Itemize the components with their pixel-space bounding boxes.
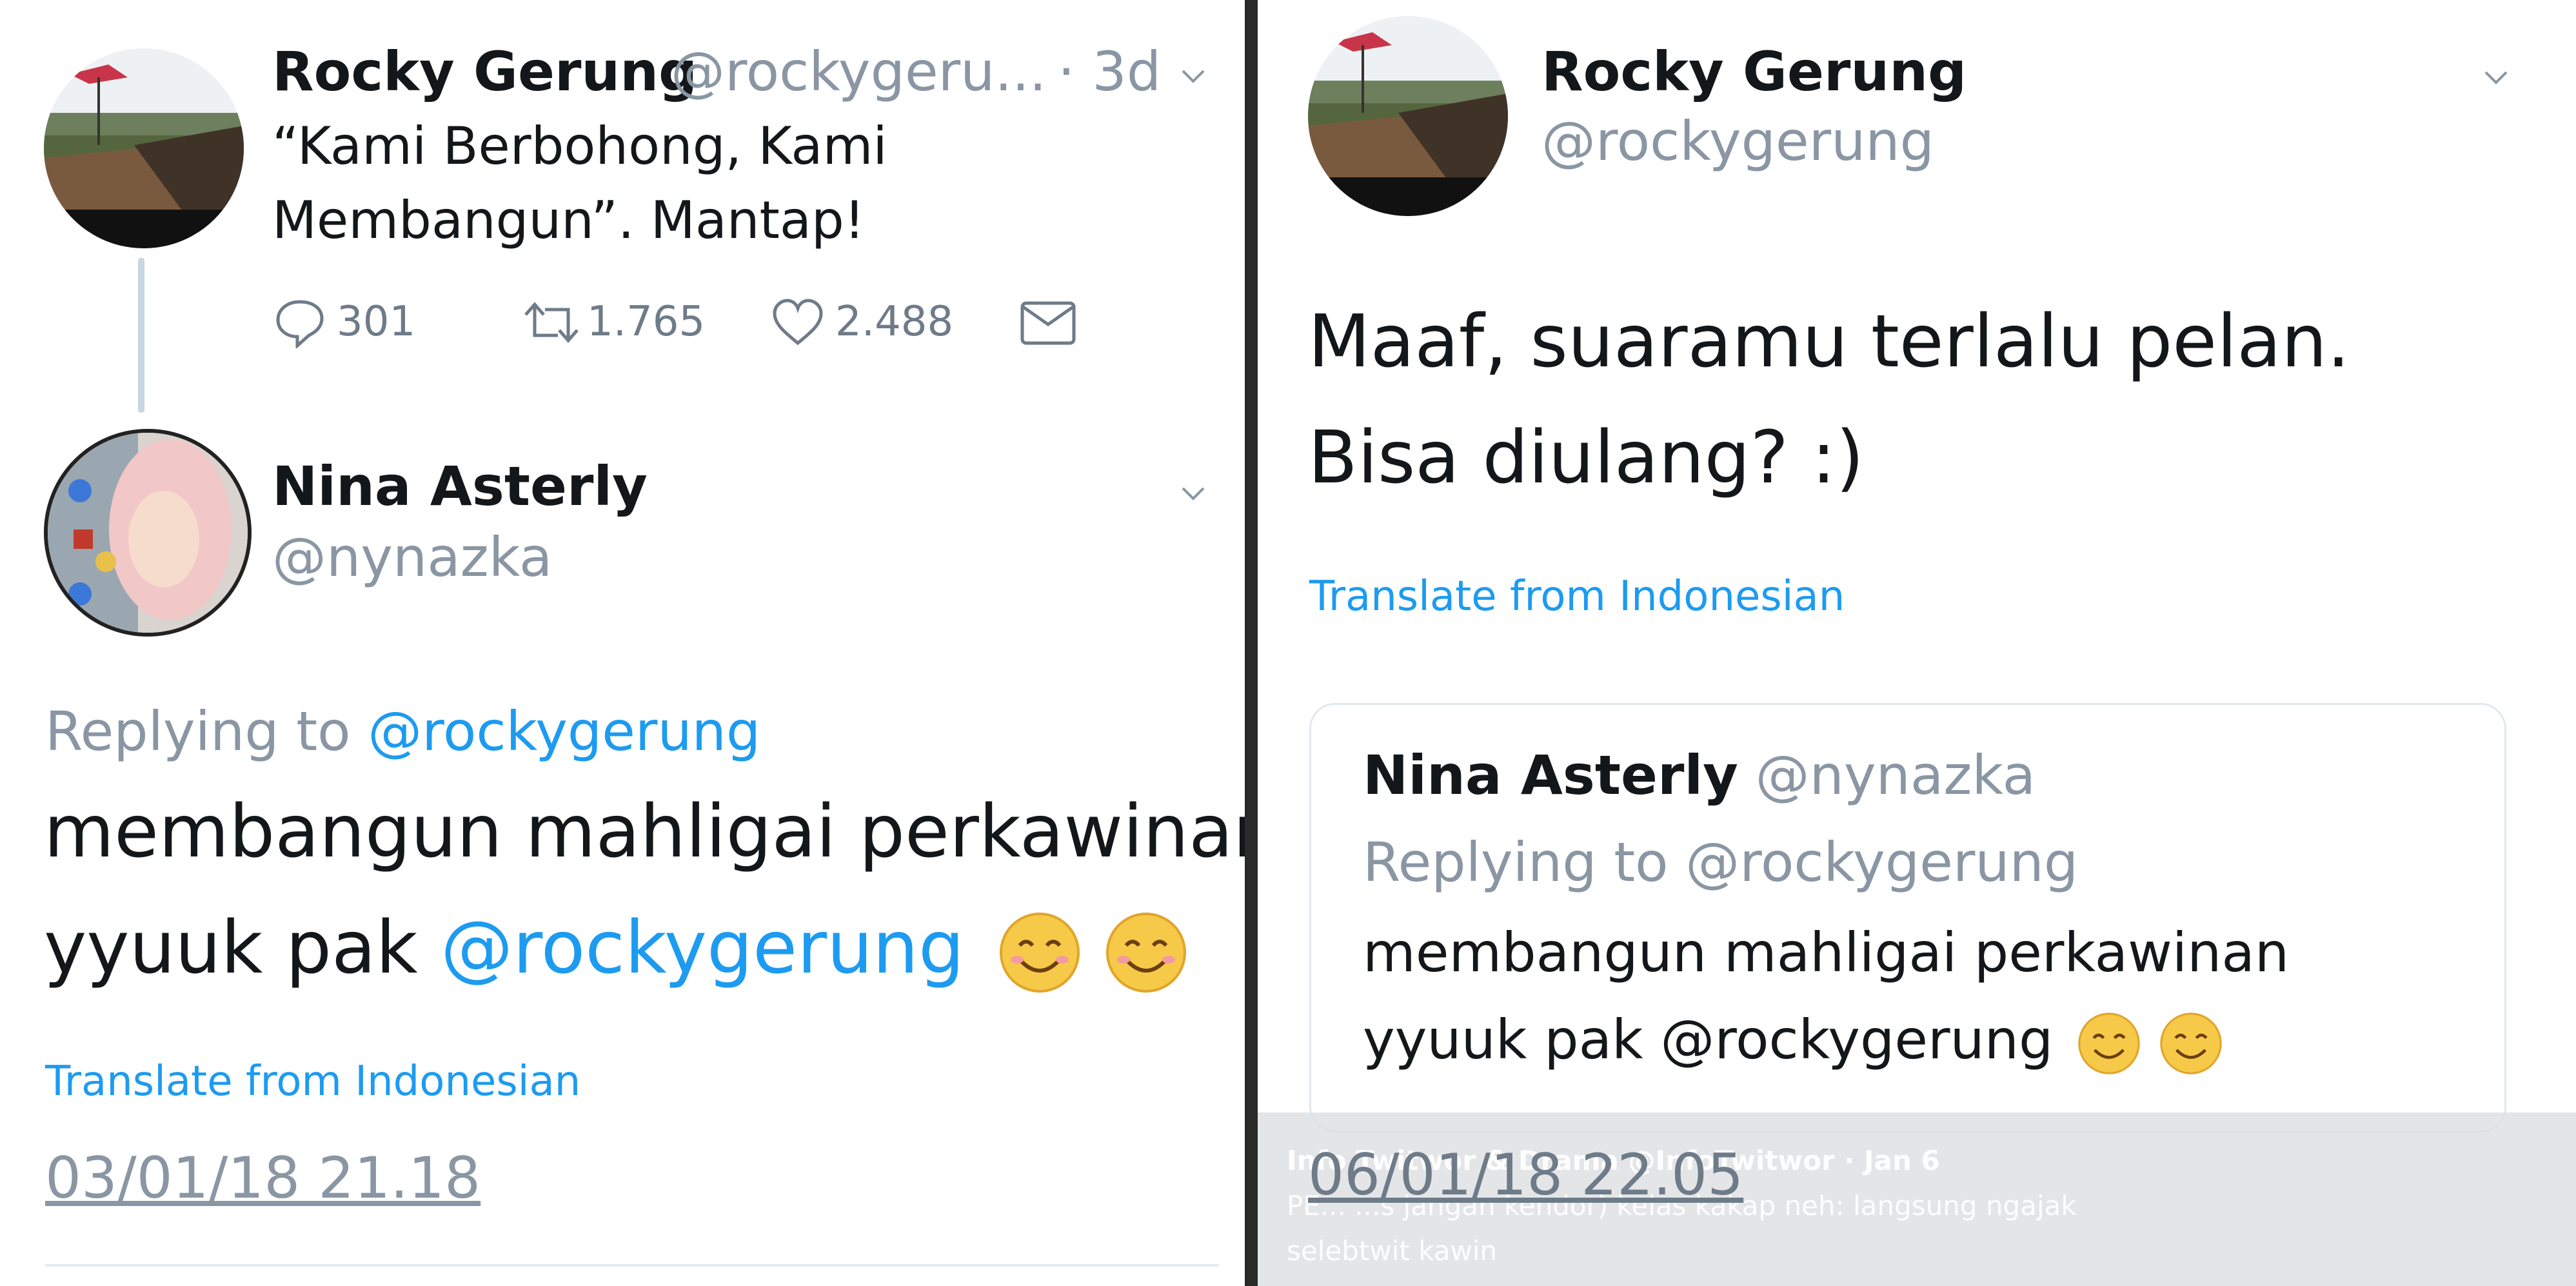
- parent-tweet-text-line1: “Kami Berbohong, Kami: [272, 116, 887, 176]
- parent-tweet-text-line2: Membangun”. Mantap!: [272, 190, 865, 250]
- translate-link[interactable]: Translate from Indonesian: [1309, 573, 1845, 620]
- reply-count: 301: [337, 298, 416, 346]
- replying-to-line: Replying to @rockygerung: [45, 700, 760, 763]
- heart-icon[interactable]: [771, 298, 825, 347]
- parent-author-handle[interactable]: @rockygeru...: [671, 40, 1047, 103]
- quoted-author-name[interactable]: Nina Asterly: [1363, 744, 1738, 807]
- mention-link[interactable]: @rockygerung: [441, 906, 964, 990]
- direct-message-icon[interactable]: [1019, 300, 1077, 346]
- tweet-timestamp[interactable]: 03/01/18 21.18: [45, 1145, 481, 1211]
- quoted-author-handle[interactable]: @nynazka: [1756, 744, 2036, 807]
- quoted-author-line: Nina Asterly @nynazka: [1363, 744, 2036, 807]
- overlay-line3: selebtwit kawin: [1287, 1235, 1498, 1267]
- panel-divider: [1245, 0, 1258, 1286]
- quoted-text-line2: yyuuk pak @rockygerung: [1363, 1008, 2223, 1076]
- avatar-rocky-gerung[interactable]: [44, 48, 244, 248]
- tweet-text-line2: Bisa diulang? :): [1308, 416, 1865, 500]
- smiling-face-emoji-icon: [2160, 1013, 2222, 1074]
- thread-connector-line: [138, 258, 144, 413]
- smiling-face-emoji-icon: [2078, 1013, 2140, 1074]
- like-count: 2.488: [835, 298, 954, 346]
- translate-link[interactable]: Translate from Indonesian: [45, 1058, 580, 1105]
- quoted-replying-to: Replying to @rockygerung: [1363, 831, 2079, 894]
- reply-icon[interactable]: [274, 297, 326, 348]
- replying-to-label: Replying to: [45, 700, 368, 763]
- smiling-face-emoji-icon: [1106, 913, 1187, 993]
- author-name[interactable]: Rocky Gerung: [1541, 40, 1967, 103]
- retweet-icon[interactable]: [519, 297, 584, 348]
- left-screenshot-panel: Rocky Gerung @rockygeru... · 3d “Kami Be…: [0, 0, 1245, 1286]
- tweet-text-line1: Maaf, suaramu terlalu pelan.: [1308, 300, 2350, 384]
- chevron-down-icon[interactable]: [2483, 64, 2509, 90]
- avatar-image: [44, 48, 244, 248]
- avatar-nina-asterly[interactable]: [44, 429, 252, 637]
- reply-author-handle[interactable]: @nynazka: [272, 526, 552, 589]
- quoted-text-content: yyuuk pak @rockygerung: [1363, 1008, 2054, 1071]
- chevron-down-icon[interactable]: [1180, 63, 1206, 89]
- chevron-down-icon[interactable]: [1180, 480, 1206, 506]
- smiling-face-emoji-icon: [999, 913, 1080, 993]
- parent-time: · 3d: [1058, 40, 1162, 103]
- avatar-image: [1308, 16, 1508, 216]
- tweet-timestamp[interactable]: 06/01/18 22.05: [1308, 1142, 1743, 1208]
- bottom-divider: [45, 1264, 1219, 1267]
- author-handle[interactable]: @rockygerung: [1541, 110, 1934, 173]
- reply-text-prefix: yyuuk pak: [44, 906, 441, 990]
- quoted-text-line1: membangun mahligai perkawinan: [1363, 921, 2290, 984]
- parent-author-name[interactable]: Rocky Gerung: [272, 40, 697, 103]
- avatar-rocky-gerung[interactable]: [1308, 16, 1508, 216]
- reply-text-line2: yyuuk pak @rockygerung: [44, 906, 1188, 994]
- right-screenshot-panel: Rocky Gerung @rockygerung Maaf, suaramu …: [1258, 0, 2576, 1286]
- reply-text-line1: membangun mahligai perkawinan: [44, 790, 1245, 874]
- quoted-tweet-card[interactable]: Nina Asterly @nynazka Replying to @rocky…: [1309, 703, 2506, 1133]
- avatar-image: [48, 433, 248, 633]
- retweet-count: 1.765: [587, 298, 706, 346]
- replying-to-handle-link[interactable]: @rockygerung: [368, 700, 760, 763]
- reply-author-name[interactable]: Nina Asterly: [272, 455, 648, 518]
